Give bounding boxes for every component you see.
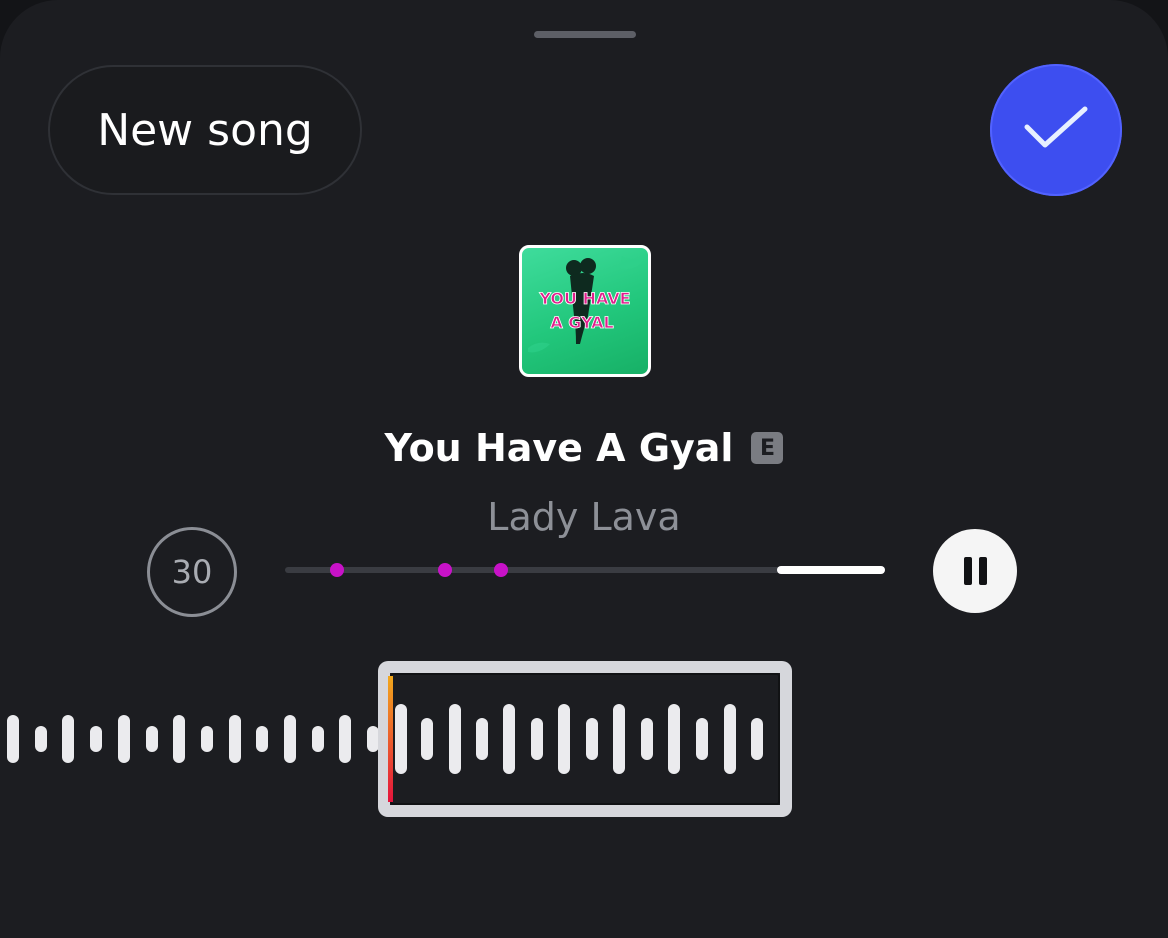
artwork-text-line2: A GYAL	[550, 313, 613, 332]
waveform-bar	[311, 726, 324, 752]
waveform-bar	[90, 726, 103, 752]
waveform-bar	[34, 726, 47, 752]
explicit-badge: E	[751, 432, 784, 464]
album-artwork: YOU HAVE A GYAL	[519, 245, 651, 377]
pause-icon-bar	[978, 557, 987, 585]
progress-track[interactable]	[285, 563, 885, 577]
waveform-bar	[173, 715, 186, 763]
waveform-bar	[228, 715, 241, 763]
checkmark-icon	[1021, 103, 1091, 157]
pause-icon	[963, 557, 972, 585]
pause-button[interactable]	[933, 529, 1017, 613]
progress-marker[interactable]	[330, 563, 345, 577]
progress-marker[interactable]	[438, 563, 453, 577]
waveform-bar	[256, 726, 269, 752]
new-song-button[interactable]: New song	[48, 65, 362, 195]
song-title-row: You Have A Gyal E	[0, 420, 1168, 476]
waveform-bar	[117, 715, 130, 763]
waveform-bar	[145, 726, 158, 752]
sheet-grabber[interactable]	[534, 31, 636, 38]
song-title: You Have A Gyal	[384, 426, 734, 470]
clip-duration-button[interactable]: 30	[147, 527, 237, 617]
artwork-text-line1: YOU HAVE	[538, 289, 630, 308]
waveform-bar	[339, 715, 352, 763]
waveform-bar	[62, 715, 75, 763]
progress-marker[interactable]	[494, 563, 508, 577]
done-button[interactable]	[990, 64, 1122, 196]
waveform-bar	[7, 715, 19, 763]
selection-inner-border	[390, 673, 780, 805]
playhead	[388, 676, 393, 802]
waveform-bar	[284, 715, 296, 763]
progress-fill	[777, 566, 885, 574]
bottom-sheet: New song YOU HAVE A GYAL You Have A Gyal…	[0, 0, 1168, 938]
waveform-bar	[200, 726, 213, 752]
clip-selection-window[interactable]	[378, 661, 792, 817]
